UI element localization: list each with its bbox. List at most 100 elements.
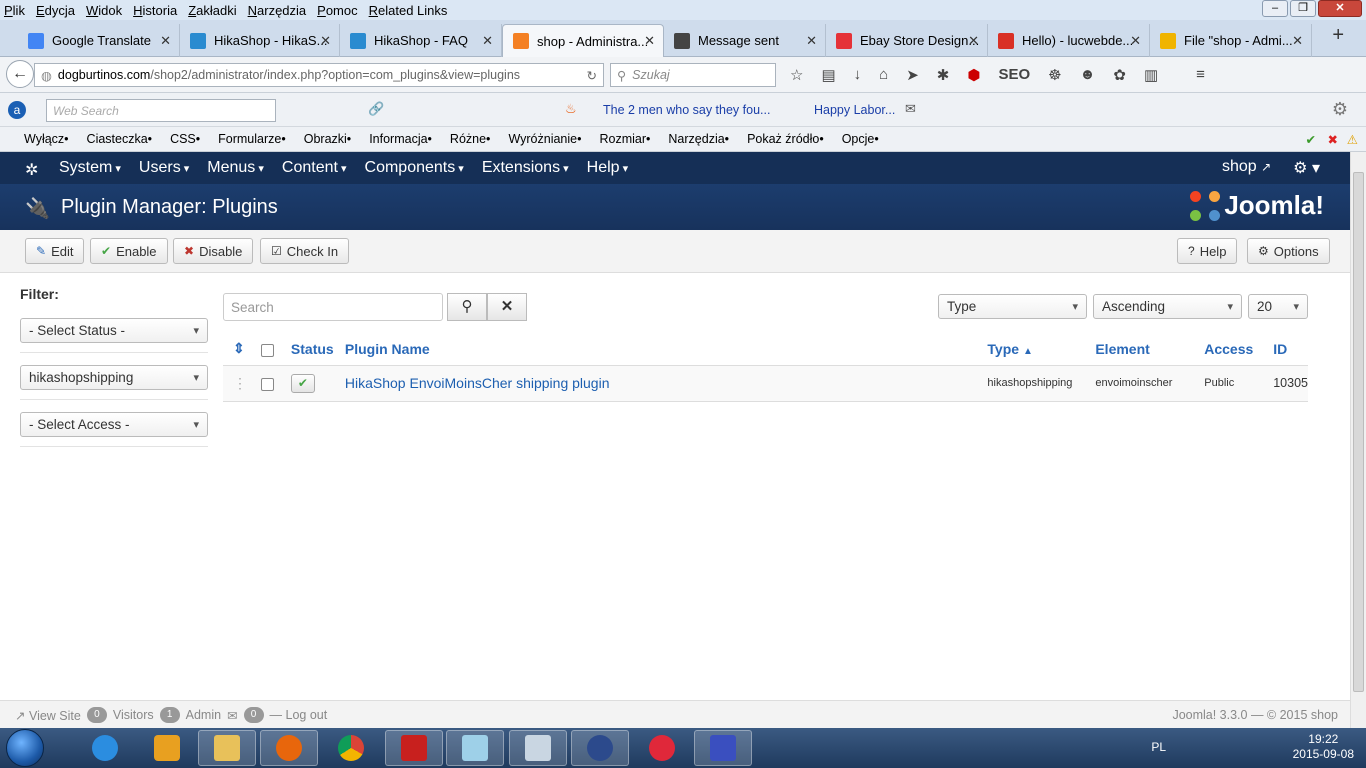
menu-related-links[interactable]: Related Links — [369, 3, 448, 18]
seo-icon[interactable]: SEO — [998, 66, 1030, 84]
status-filter-select[interactable]: - Select Status - — [20, 318, 208, 343]
sort-direction-select[interactable]: Ascending — [1093, 294, 1242, 319]
menu-narzedzia[interactable]: Narzędzia — [248, 3, 307, 18]
joomla-icon[interactable]: ✲ — [25, 160, 41, 179]
home-icon[interactable]: ⌂ — [879, 66, 888, 84]
close-tab-icon[interactable]: ✕ — [320, 33, 331, 49]
close-window-button[interactable]: ✕ — [1318, 0, 1362, 17]
close-tab-icon[interactable]: ✕ — [1130, 33, 1141, 49]
maximize-button[interactable]: ❐ — [1290, 0, 1316, 17]
enabled-toggle-button[interactable]: ✔ — [290, 373, 315, 393]
tab-hikashop[interactable]: HikaShop - HikaS... ✕ — [180, 24, 340, 57]
webdev-forms[interactable]: Formularze• — [218, 132, 286, 146]
page-scrollbar[interactable] — [1350, 152, 1366, 728]
close-tab-icon[interactable]: ✕ — [160, 33, 171, 49]
options-button[interactable]: ⚙ Options — [1247, 238, 1330, 264]
close-tab-icon[interactable]: ✕ — [968, 33, 979, 49]
bookmark-star-icon[interactable]: ☆ — [790, 66, 803, 84]
webdev-outline[interactable]: Wyróżnianie• — [508, 132, 581, 146]
nav-components[interactable]: Components — [365, 159, 464, 177]
puzzle-icon[interactable]: ✿ — [1113, 66, 1126, 84]
access-filter-select[interactable]: - Select Access - — [20, 412, 208, 437]
list-limit-select[interactable]: 20 — [1248, 294, 1308, 319]
web-search-input[interactable]: Web Search — [46, 99, 276, 122]
col-plugin-name[interactable]: Plugin Name — [345, 333, 988, 365]
back-button[interactable]: ← — [6, 60, 34, 88]
check-in-button[interactable]: ☑ Check In — [260, 238, 350, 264]
tab-message-sent[interactable]: Message sent ✕ — [664, 24, 826, 57]
view-site-link[interactable]: ↗ View Site — [15, 708, 81, 723]
new-tab-button[interactable]: + — [1332, 24, 1344, 47]
col-element[interactable]: Element — [1095, 333, 1204, 365]
tab-google-translate[interactable]: Google Translate ✕ — [18, 24, 180, 57]
webdev-css[interactable]: CSS• — [170, 132, 200, 146]
system-clock[interactable]: 19:22 2015-09-08 — [1293, 732, 1354, 762]
bookmark-link-happy-labor[interactable]: Happy Labor... — [814, 103, 895, 117]
menu-widok[interactable]: Widok — [86, 3, 122, 18]
language-indicator[interactable]: PL — [1151, 740, 1166, 754]
site-link[interactable]: shop ↗ — [1222, 158, 1271, 178]
adblock-icon[interactable]: ⬢ — [967, 66, 980, 84]
user-settings-gear-icon[interactable]: ⚙ ▾ — [1293, 158, 1320, 178]
help-button[interactable]: ? Help — [1177, 238, 1238, 264]
taskbar-ie[interactable] — [76, 730, 134, 766]
webdev-misc[interactable]: Różne• — [450, 132, 491, 146]
nav-extensions[interactable]: Extensions — [482, 159, 569, 177]
col-type[interactable]: Type ▲ — [987, 333, 1095, 365]
nav-system[interactable]: System — [59, 159, 121, 177]
taskbar-app[interactable] — [571, 730, 629, 766]
taskbar-itunes[interactable] — [633, 730, 691, 766]
clear-search-button[interactable]: ✕ — [487, 293, 527, 321]
nav-menus[interactable]: Menus — [207, 159, 264, 177]
edit-button[interactable]: ✎ Edit — [25, 238, 85, 264]
webdev-options[interactable]: Opcje• — [842, 132, 879, 146]
reload-icon[interactable]: ↻ — [587, 68, 597, 83]
menu-historia[interactable]: Historia — [133, 3, 177, 18]
nav-users[interactable]: Users — [139, 159, 189, 177]
webdev-disable[interactable]: Wyłącz• — [24, 132, 69, 146]
logout-link[interactable]: — Log out — [270, 708, 328, 722]
taskbar-explorer[interactable] — [198, 730, 256, 766]
menu-zakladki[interactable]: Zakładki — [188, 3, 236, 18]
bug-icon[interactable]: ✱ — [937, 66, 950, 84]
webdev-information[interactable]: Informacja• — [369, 132, 432, 146]
close-tab-icon[interactable]: ✕ — [644, 33, 655, 49]
download-icon[interactable]: ↓ — [854, 66, 862, 84]
tab-shop-administration[interactable]: shop - Administra... ✕ — [502, 24, 664, 57]
tab-gmail-hello[interactable]: Hello) - lucwebde... ✕ — [988, 24, 1150, 57]
drag-handle-icon[interactable]: ⋮ — [223, 364, 253, 402]
taskbar-firefox[interactable] — [260, 730, 318, 766]
reading-list-icon[interactable]: ▤ — [821, 66, 835, 84]
taskbar-acrobat[interactable] — [385, 730, 443, 766]
nav-content[interactable]: Content — [282, 159, 347, 177]
url-bar[interactable]: ◍ dogburtinos.com /shop2/administrator/i… — [34, 63, 604, 87]
search-button[interactable]: ⚲ — [447, 293, 487, 321]
taskbar-media-player[interactable] — [138, 730, 196, 766]
ordering-sort-icon[interactable]: ⇕ — [223, 333, 253, 365]
tab-ebay-store-design[interactable]: Ebay Store Design... ✕ — [826, 24, 988, 57]
minimize-button[interactable]: – — [1262, 0, 1288, 17]
fire-icon[interactable]: ♨ — [565, 101, 577, 117]
tab-file-shop-admin[interactable]: File "shop - Admi... ✕ — [1150, 24, 1312, 57]
menu-edycja[interactable]: Edycja — [36, 3, 75, 18]
mail-icon[interactable]: ✉ — [905, 101, 916, 117]
ask-icon[interactable]: a — [8, 101, 26, 119]
hamburger-menu-icon[interactable]: ≡ — [1196, 66, 1205, 84]
plugin-name-link[interactable]: HikaShop EnvoiMoinsCher shipping plugin — [345, 375, 610, 391]
taskbar-save-app[interactable] — [694, 730, 752, 766]
enable-button[interactable]: ✔ Enable — [90, 238, 168, 264]
chat-icon[interactable]: ☻ — [1080, 66, 1096, 84]
select-all-checkbox[interactable] — [260, 343, 274, 357]
close-tab-icon[interactable]: ✕ — [482, 33, 493, 49]
webdev-images[interactable]: Obrazki• — [304, 132, 351, 146]
row-checkbox[interactable] — [260, 377, 274, 391]
settings-gear-icon[interactable]: ⚙ — [1332, 99, 1348, 120]
webdev-resize[interactable]: Rozmiar• — [599, 132, 650, 146]
col-access[interactable]: Access — [1204, 333, 1273, 365]
taskbar-notepad[interactable] — [446, 730, 504, 766]
extension-icon[interactable]: ☸ — [1048, 66, 1061, 84]
start-button[interactable] — [6, 729, 44, 767]
clipboard-icon[interactable]: ▥ — [1144, 66, 1158, 84]
search-input[interactable]: Search — [223, 293, 443, 321]
tab-hikashop-faq[interactable]: HikaShop - FAQ ✕ — [340, 24, 502, 57]
